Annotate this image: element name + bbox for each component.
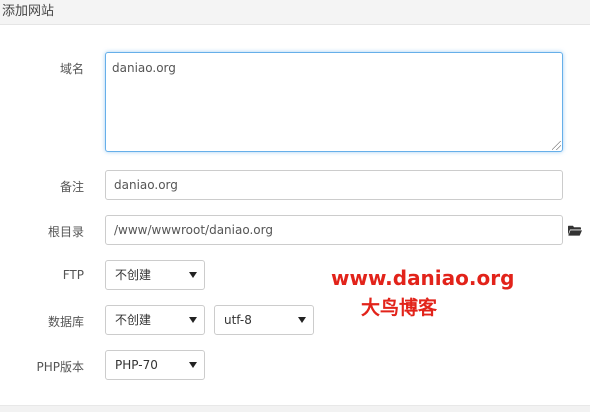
- domain-label: 域名: [59, 62, 84, 76]
- folder-open-icon[interactable]: [568, 225, 582, 236]
- ftp-selected-value: 不创建: [115, 268, 152, 282]
- resize-handle-icon[interactable]: [552, 141, 561, 150]
- root-dir-label: 根目录: [47, 225, 84, 239]
- php-version-label: PHP版本: [36, 360, 85, 374]
- dialog-header: 添加网站: [0, 0, 590, 25]
- database-select[interactable]: 不创建: [105, 305, 205, 335]
- ftp-label: FTP: [62, 268, 84, 282]
- database-selected-value: 不创建: [115, 313, 152, 327]
- charset-select[interactable]: utf-8: [214, 305, 314, 335]
- remark-value: daniao.org: [114, 178, 178, 192]
- watermark-name: 大鸟博客: [361, 297, 438, 319]
- domain-value: daniao.org: [112, 61, 176, 75]
- charset-selected-value: utf-8: [224, 313, 252, 327]
- chevron-down-icon: [189, 362, 197, 368]
- chevron-down-icon: [298, 317, 306, 323]
- chevron-down-icon: [189, 317, 197, 323]
- ftp-select[interactable]: 不创建: [105, 260, 205, 290]
- remark-label: 备注: [59, 180, 84, 194]
- dialog-title: 添加网站: [2, 4, 55, 19]
- domain-textarea[interactable]: daniao.org: [105, 52, 563, 152]
- root-dir-value: /www/wwwroot/daniao.org: [114, 223, 273, 237]
- database-label: 数据库: [47, 315, 84, 329]
- php-version-selected-value: PHP-70: [115, 358, 158, 372]
- remark-input[interactable]: daniao.org: [105, 170, 563, 200]
- php-version-select[interactable]: PHP-70: [105, 350, 205, 380]
- root-dir-input[interactable]: /www/wwwroot/daniao.org: [105, 215, 563, 245]
- chevron-down-icon: [189, 272, 197, 278]
- watermark-url: www.daniao.org: [331, 266, 515, 290]
